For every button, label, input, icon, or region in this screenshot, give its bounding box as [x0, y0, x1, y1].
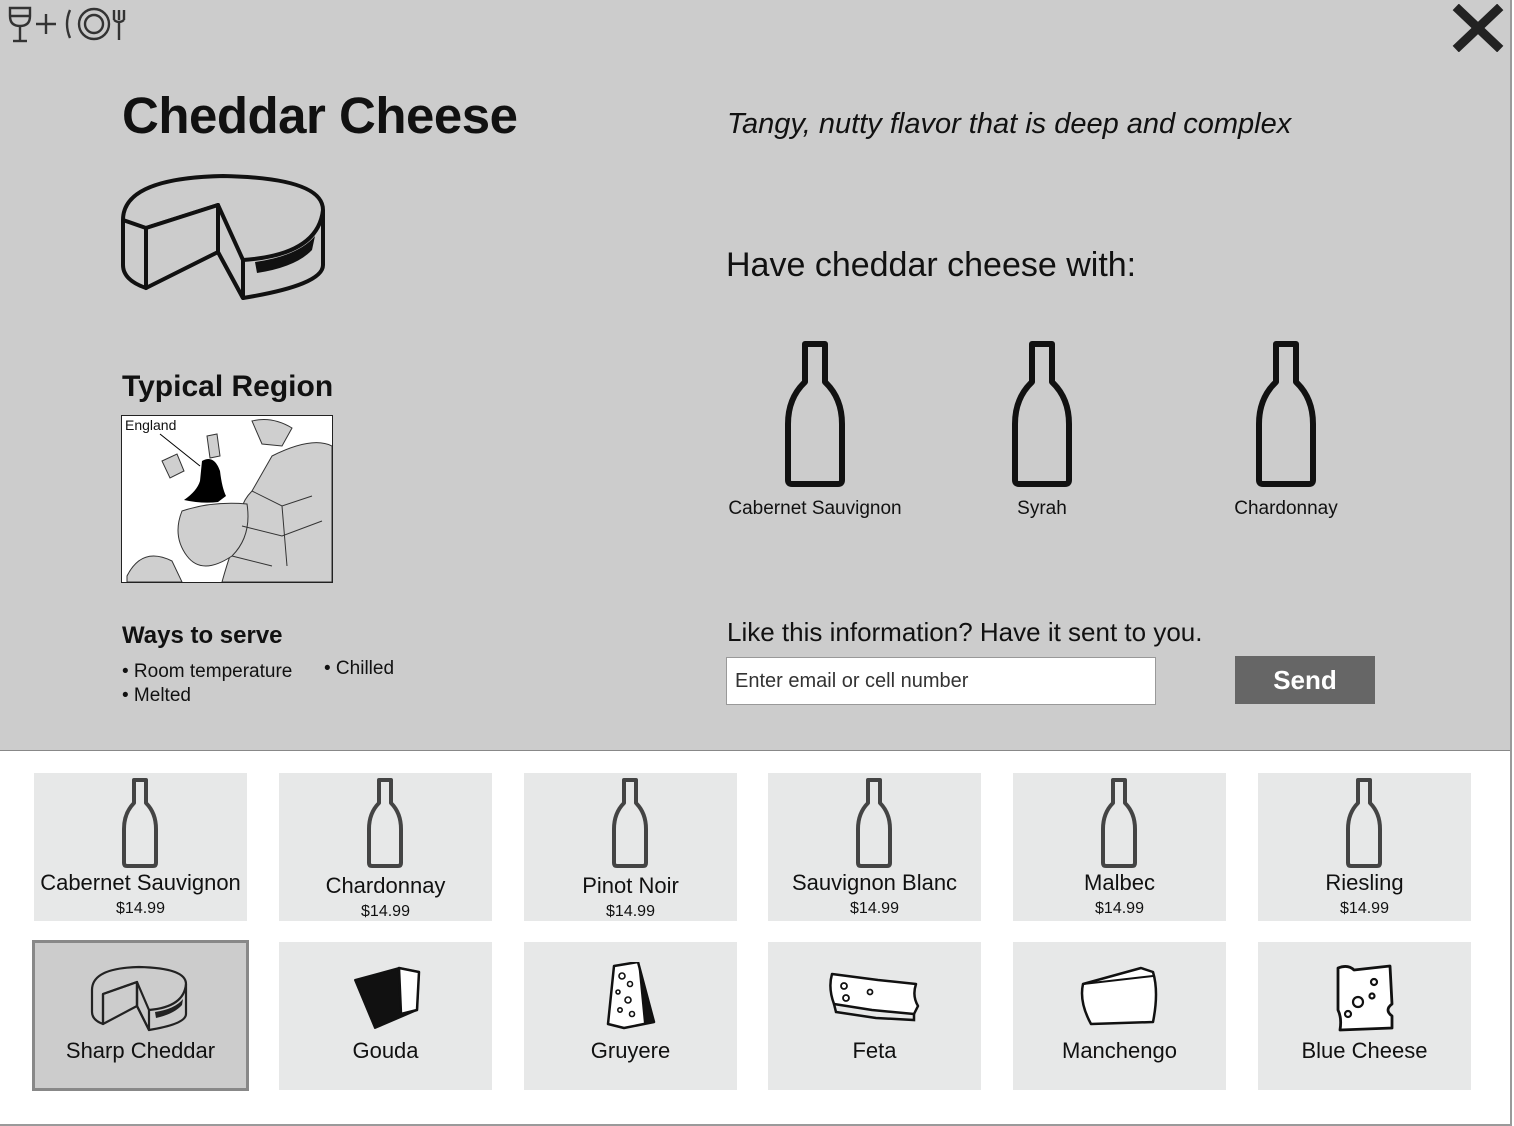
region-heading: Typical Region	[122, 370, 334, 403]
cheese-tile-feta[interactable]: Feta	[768, 942, 981, 1090]
wine-price: $14.99	[1340, 900, 1389, 917]
cheese-name: Gruyere	[590, 1038, 671, 1063]
europe-map	[121, 415, 333, 583]
manchego-wedge-icon	[1080, 966, 1158, 1026]
page-title: Cheddar Cheese	[122, 87, 518, 144]
wine-price: $14.99	[116, 900, 165, 917]
serve-heading: Ways to serve	[122, 622, 283, 649]
cheese-tagline: Tangy, nutty flavor that is deep and com…	[727, 108, 1292, 140]
wine-bottle-icon	[1012, 341, 1072, 487]
cheese-detail-panel: Cheddar Cheese Tangy, nutty flavor that …	[0, 0, 1510, 751]
cheese-tile-blue-cheese[interactable]: Blue Cheese	[1258, 942, 1471, 1090]
wine-bottle-icon	[1256, 341, 1316, 487]
wine-tile-malbec[interactable]: Malbec $14.99	[1013, 773, 1226, 921]
wine-name: Malbec	[1084, 870, 1155, 895]
cheese-name: Blue Cheese	[1301, 1038, 1428, 1063]
pairing-label: Cabernet Sauvignon	[728, 498, 902, 519]
send-button[interactable]: Send	[1235, 656, 1375, 704]
wine-bottle-icon	[856, 778, 892, 868]
wine-tile-chardonnay[interactable]: Chardonnay $14.99	[279, 773, 492, 921]
wine-bottle-icon	[785, 341, 845, 487]
serve-way: • Chilled	[324, 658, 395, 679]
cheese-name: Gouda	[352, 1038, 419, 1063]
cheese-name: Manchengo	[1062, 1038, 1177, 1063]
region-label: England	[125, 417, 177, 433]
pairing-chardonnay[interactable]: Chardonnay	[1176, 340, 1396, 520]
wine-name: Riesling	[1325, 870, 1404, 895]
wine-plus-dinner-logo	[8, 6, 126, 43]
gouda-wedge-icon	[354, 966, 421, 1029]
feta-block-icon	[829, 972, 920, 1022]
wine-name: Sauvignon Blanc	[791, 870, 958, 895]
pairing-heading: Have cheddar cheese with:	[726, 246, 1137, 284]
pairing-cabernet-sauvignon[interactable]: Cabernet Sauvignon	[705, 340, 925, 520]
cheddar-wheel-icon	[90, 965, 188, 1032]
pairing-label: Syrah	[1017, 498, 1067, 519]
contact-input[interactable]	[726, 657, 1156, 705]
cheese-tile-manchengo[interactable]: Manchengo	[1013, 942, 1226, 1090]
wine-bottle-icon	[1346, 778, 1382, 868]
wine-price: $14.99	[606, 903, 655, 920]
wine-tile-sauvignon-blanc[interactable]: Sauvignon Blanc $14.99	[768, 773, 981, 921]
serve-way: • Melted	[122, 685, 191, 706]
wine-bottle-icon	[367, 778, 403, 868]
blue-cheese-icon	[1336, 964, 1394, 1032]
wine-tile-riesling[interactable]: Riesling $14.99	[1258, 773, 1471, 921]
send-prompt: Like this information? Have it sent to y…	[727, 617, 1203, 647]
wine-price: $14.99	[850, 900, 899, 917]
cheese-tile-sharp-cheddar[interactable]: Sharp Cheddar	[32, 940, 249, 1091]
wine-name: Cabernet Sauvignon	[40, 870, 241, 895]
wine-bottle-icon	[122, 778, 158, 868]
cheddar-wheel-icon	[121, 174, 325, 300]
close-icon[interactable]	[1452, 4, 1504, 52]
wine-bottle-icon	[612, 778, 648, 868]
cheese-name: Sharp Cheddar	[65, 1038, 216, 1063]
serve-way: • Room temperature	[122, 661, 293, 682]
cheese-tile-gruyere[interactable]: Gruyere	[524, 942, 737, 1090]
cheese-tile-gouda[interactable]: Gouda	[279, 942, 492, 1090]
cheese-name: Feta	[852, 1038, 897, 1063]
wine-price: $14.99	[1095, 900, 1144, 917]
wine-tile-pinot-noir[interactable]: Pinot Noir $14.99	[524, 773, 737, 921]
wine-name: Pinot Noir	[582, 873, 679, 898]
gruyere-wedge-icon	[606, 962, 656, 1030]
wine-tile-cabernet-sauvignon[interactable]: Cabernet Sauvignon $14.99	[34, 773, 247, 921]
wine-name: Chardonnay	[325, 873, 446, 898]
pairing-syrah[interactable]: Syrah	[932, 340, 1152, 520]
pairing-label: Chardonnay	[1234, 498, 1338, 519]
wine-bottle-icon	[1101, 778, 1137, 868]
wine-price: $14.99	[361, 903, 410, 920]
